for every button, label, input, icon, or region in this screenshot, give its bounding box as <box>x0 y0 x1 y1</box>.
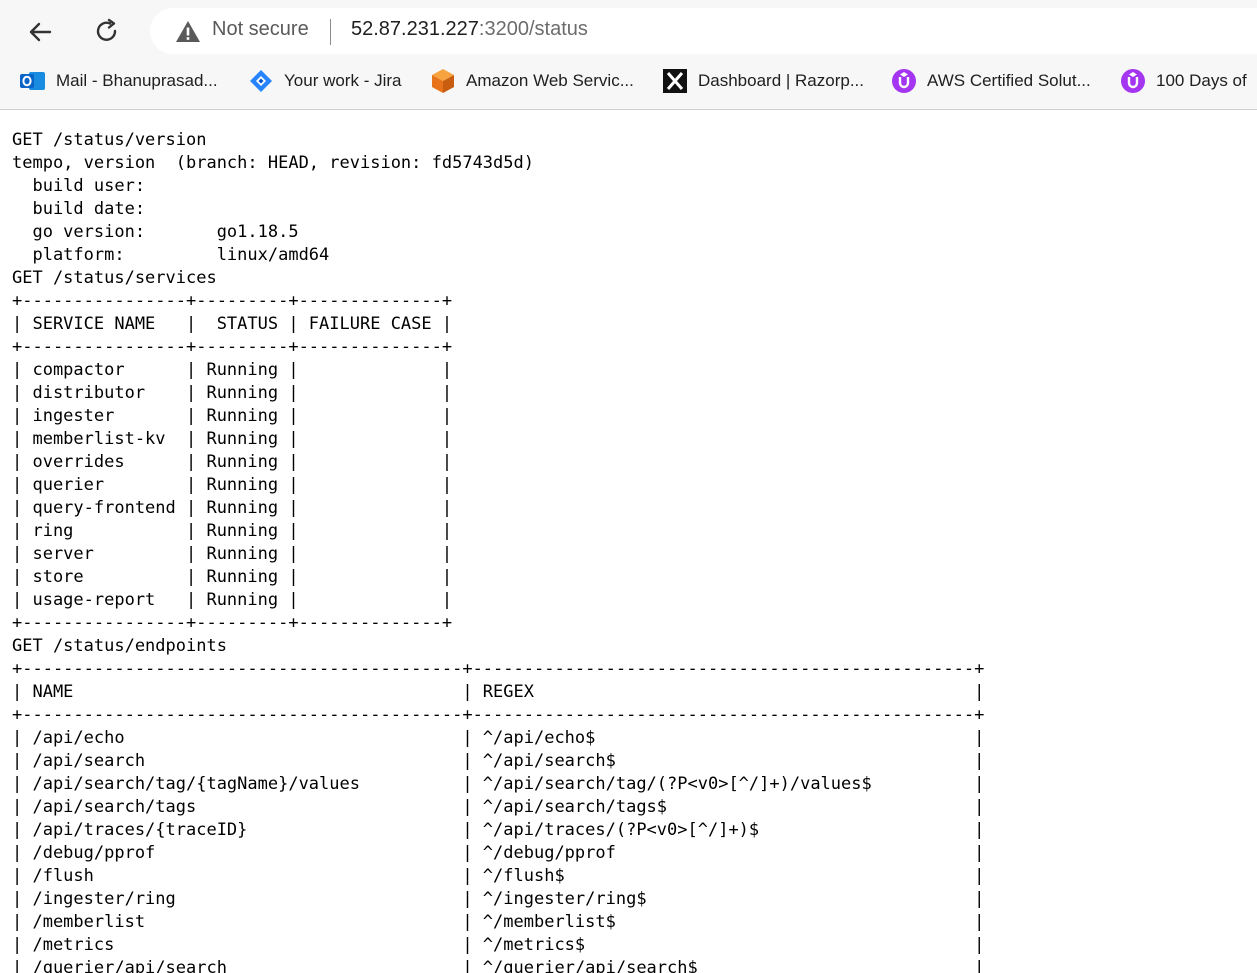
text-line: GET /status/version <box>12 130 207 150</box>
bookmark-label: Your work - Jira <box>284 71 402 90</box>
text-line: | ingester | Running | | <box>12 406 453 426</box>
security-status-label[interactable]: Not secure <box>212 18 309 41</box>
jira-icon <box>248 68 274 94</box>
text-line: | server | Running | | <box>12 544 453 564</box>
bookmark-label: AWS Certified Solut... <box>927 71 1091 90</box>
text-line: platform: linux/amd64 <box>12 245 330 265</box>
text-line: +----------------+---------+------------… <box>12 613 453 633</box>
text-line: | SERVICE NAME | STATUS | FAILURE CASE | <box>12 314 453 334</box>
text-line: | /api/echo | ^/api/echo$ | <box>12 728 985 748</box>
text-line: | store | Running | | <box>12 567 453 587</box>
text-line: build date: <box>12 199 146 219</box>
bookmark-label: Mail - Bhanuprasad... <box>56 71 218 90</box>
bookmark-label: Dashboard | Razorp... <box>698 71 864 90</box>
text-line: | memberlist-kv | Running | | <box>12 429 453 449</box>
text-line: | /api/traces/{traceID} | ^/api/traces/(… <box>12 820 985 840</box>
url-path: :3200/status <box>478 18 588 40</box>
text-line: | NAME | REGEX | <box>12 682 985 702</box>
text-line: +---------------------------------------… <box>12 705 985 725</box>
status-page-text: GET /status/version tempo, version (branc… <box>12 129 1252 973</box>
bookmark-mail[interactable]: Mail - Bhanuprasad... <box>20 67 218 95</box>
text-line: | /metrics | ^/metrics$ | <box>12 935 985 955</box>
text-line: | overrides | Running | | <box>12 452 453 472</box>
bookmark-label: 100 Days of <box>1156 71 1247 90</box>
address-bar[interactable] <box>150 8 1257 54</box>
url-text[interactable]: 52.87.231.227:3200/status <box>351 18 588 41</box>
text-line: build user: <box>12 176 146 196</box>
text-line: | query-frontend | Running | | <box>12 498 453 518</box>
back-arrow-icon <box>29 22 52 42</box>
text-line: | /memberlist | ^/memberlist$ | <box>12 912 985 932</box>
text-line: | compactor | Running | | <box>12 360 453 380</box>
browser-toolbar: Not secure 52.87.231.227:3200/status Mai… <box>0 0 1257 110</box>
outlook-icon <box>20 68 46 94</box>
address-separator <box>330 19 331 45</box>
reload-button[interactable] <box>89 14 125 50</box>
bookmark-label: Amazon Web Servic... <box>466 71 634 90</box>
reload-icon <box>96 18 117 41</box>
text-line: | /api/search | ^/api/search$ | <box>12 751 985 771</box>
text-line: +----------------+---------+------------… <box>12 291 453 311</box>
bookmark-razorpay[interactable]: Dashboard | Razorp... <box>662 67 864 95</box>
text-line: +----------------+---------+------------… <box>12 337 453 357</box>
text-line: GET /status/services <box>12 268 217 288</box>
udemy-icon <box>891 68 917 94</box>
text-line: | /api/search/tag/{tagName}/values | ^/a… <box>12 774 985 794</box>
aws-cube-icon <box>430 68 456 94</box>
text-line: tempo, version (branch: HEAD, revision: … <box>12 153 534 173</box>
text-line: | /flush | ^/flush$ | <box>12 866 985 886</box>
bookmark-aws[interactable]: Amazon Web Servic... <box>430 67 634 95</box>
text-line: | distributor | Running | | <box>12 383 453 403</box>
bookmark-jira[interactable]: Your work - Jira <box>248 67 401 95</box>
text-line: | /debug/pprof | ^/debug/pprof | <box>12 843 985 863</box>
udemy-icon <box>1120 68 1146 94</box>
bookmark-100-days[interactable]: 100 Days of <box>1120 67 1247 95</box>
text-line: | usage-report | Running | | <box>12 590 453 610</box>
text-line: | querier | Running | | <box>12 475 453 495</box>
bookmark-aws-certified[interactable]: AWS Certified Solut... <box>891 67 1091 95</box>
text-line: | /ingester/ring | ^/ingester/ring$ | <box>12 889 985 909</box>
text-line: | /querier/api/search | ^/querier/api/se… <box>12 958 985 973</box>
text-line: +---------------------------------------… <box>12 659 985 679</box>
text-line: GET /status/endpoints <box>12 636 227 656</box>
warning-icon[interactable] <box>175 20 201 43</box>
razorpay-icon <box>662 68 688 94</box>
text-line: go version: go1.18.5 <box>12 222 299 242</box>
text-line: | ring | Running | | <box>12 521 453 541</box>
text-line: | /api/search/tags | ^/api/search/tags$ … <box>12 797 985 817</box>
back-button[interactable] <box>22 14 58 50</box>
url-host: 52.87.231.227 <box>351 18 479 40</box>
